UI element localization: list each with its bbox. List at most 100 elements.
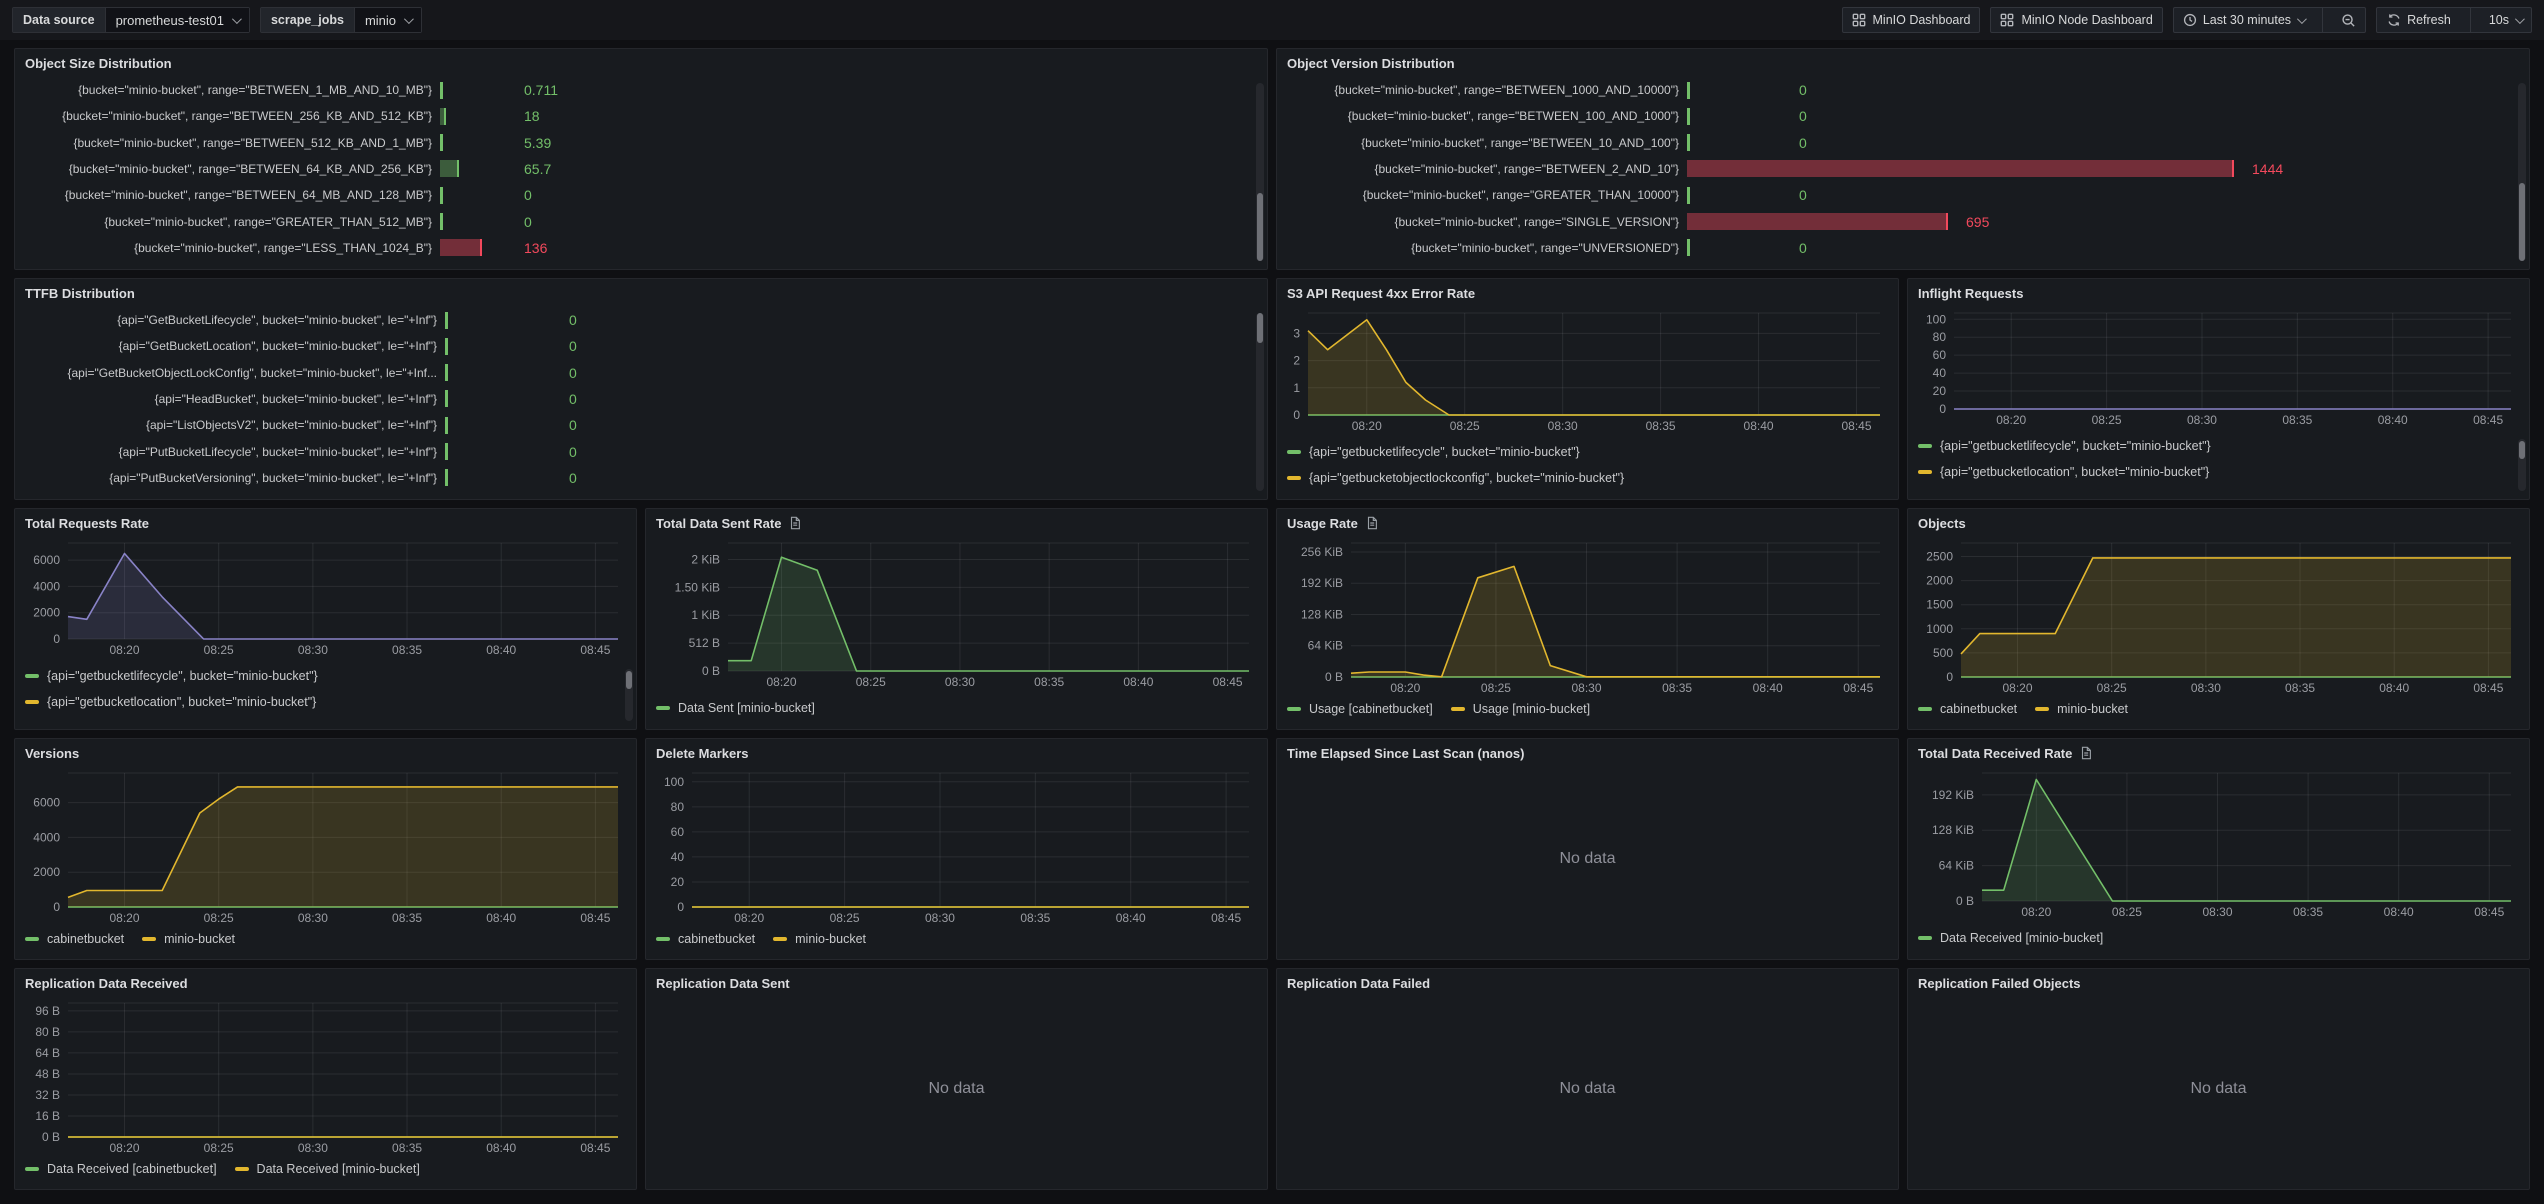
panel-title[interactable]: Usage Rate (1277, 509, 1898, 537)
panel-title[interactable]: Replication Data Sent (646, 969, 1267, 997)
legend-item[interactable]: {api="getbucketlocation", bucket="minio-… (1918, 459, 2519, 485)
legend-label: cabinetbucket (47, 932, 124, 946)
svg-text:08:30: 08:30 (298, 1141, 328, 1155)
timeseries-chart: 020004000600008:2008:2508:3008:3508:4008… (25, 767, 626, 927)
panel-title[interactable]: Replication Failed Objects (1908, 969, 2529, 997)
legend-item[interactable]: cabinetbucket (25, 927, 124, 951)
bar-gauge-row: {bucket="minio-bucket", range="BETWEEN_6… (25, 183, 1241, 207)
legend-label: minio-bucket (164, 932, 235, 946)
panel-title[interactable]: Total Data Received Rate (1908, 739, 2529, 767)
bar-gauge-bar (445, 469, 448, 486)
bar-gauge-label: {api="GetBucketObjectLockConfig", bucket… (25, 366, 445, 380)
svg-text:256 KiB: 256 KiB (1301, 545, 1343, 559)
panel-title[interactable]: Object Size Distribution (15, 49, 1267, 77)
legend-item[interactable]: Data Received [minio-bucket] (235, 1157, 420, 1181)
svg-text:08:25: 08:25 (1450, 419, 1480, 433)
no-data-message: No data (1287, 997, 1888, 1181)
legend-swatch-icon (25, 1167, 39, 1171)
legend-item[interactable]: {api="getbucketlifecycle", bucket="minio… (1287, 439, 1888, 465)
legend-scrollbar[interactable] (625, 669, 633, 721)
panel-title[interactable]: Delete Markers (646, 739, 1267, 767)
scrollbar-thumb[interactable] (2519, 441, 2525, 459)
legend-item[interactable]: Data Sent [minio-bucket] (656, 695, 1257, 721)
legend-scrollbar[interactable] (2518, 439, 2526, 491)
panel-title[interactable]: Total Data Sent Rate (646, 509, 1267, 537)
panel-scrollbar[interactable] (2518, 83, 2526, 261)
bar-gauge-value: 65.7 (524, 161, 551, 177)
refresh-button[interactable]: Refresh (2377, 13, 2461, 27)
svg-text:08:40: 08:40 (1744, 419, 1774, 433)
scrollbar-thumb[interactable] (2519, 183, 2525, 261)
panel-body: {bucket="minio-bucket", range="BETWEEN_1… (15, 77, 1267, 269)
legend-item[interactable]: {api="getbucketobjectlockconfig", bucket… (1918, 485, 2519, 491)
bar-gauge-track: 5.39 (440, 134, 1241, 151)
timeseries-chart: 0 B64 KiB128 KiB192 KiB256 KiB08:2008:25… (1287, 537, 1888, 697)
legend-item[interactable]: {api="getbucketlifecycle", bucket="minio… (25, 663, 626, 689)
panel-description-icon[interactable] (788, 516, 802, 530)
scrape-jobs-picker[interactable]: minio (355, 8, 421, 32)
link-minio-node-dashboard[interactable]: MinIO Node Dashboard (1990, 7, 2162, 33)
zoom-out-button[interactable] (2332, 13, 2365, 28)
bar-gauge-value: 0 (569, 391, 577, 407)
panel-scrollbar[interactable] (1256, 83, 1264, 261)
bar-gauge-track: 0 (440, 187, 1241, 204)
svg-text:08:40: 08:40 (486, 643, 516, 657)
data-source-picker[interactable]: prometheus-test01 (106, 8, 249, 32)
legend-item[interactable]: {api="getbucketlifecycle", bucket="minio… (1918, 433, 2519, 459)
panel-description-icon[interactable] (2079, 746, 2093, 760)
panel-description-icon[interactable] (1365, 516, 1379, 530)
scrollbar-thumb[interactable] (1257, 193, 1263, 261)
panel-time-elapsed-since-last-scan: Time Elapsed Since Last Scan (nanos)No d… (1276, 738, 1899, 960)
link-minio-dashboard[interactable]: MinIO Dashboard (1842, 7, 1981, 33)
svg-text:08:30: 08:30 (2187, 413, 2217, 427)
panel-title[interactable]: Time Elapsed Since Last Scan (nanos) (1277, 739, 1898, 767)
legend-item[interactable]: {api="getbucketlocation", bucket="minio-… (25, 689, 626, 715)
svg-text:0 B: 0 B (1325, 670, 1343, 684)
panel-title[interactable]: Replication Data Received (15, 969, 636, 997)
bar-gauge-row: {bucket="minio-bucket", range="BETWEEN_1… (1287, 104, 2503, 128)
panel-title[interactable]: S3 API Request 4xx Error Rate (1277, 279, 1898, 307)
svg-text:0: 0 (1293, 408, 1300, 422)
panel-body: 0 B16 B32 B48 B64 B80 B96 B08:2008:2508:… (15, 997, 636, 1189)
panel-title-text: Replication Data Sent (656, 976, 790, 991)
bar-gauge-label: {bucket="minio-bucket", range="BETWEEN_1… (1287, 83, 1687, 97)
svg-text:08:45: 08:45 (580, 643, 610, 657)
legend-item[interactable]: Data Received [cabinetbucket] (25, 1157, 217, 1181)
svg-text:20: 20 (671, 875, 685, 889)
divider (2322, 8, 2323, 32)
scrollbar-thumb[interactable] (626, 671, 632, 689)
legend-item[interactable]: Data Received [minio-bucket] (1918, 925, 2519, 951)
panel-title[interactable]: TTFB Distribution (15, 279, 1267, 307)
svg-text:08:20: 08:20 (1390, 681, 1420, 695)
refresh-interval-picker[interactable]: 10s (2480, 13, 2531, 27)
panel-title[interactable]: Inflight Requests (1908, 279, 2529, 307)
panel-title[interactable]: Total Requests Rate (15, 509, 636, 537)
panel-title[interactable]: Objects (1908, 509, 2529, 537)
bar-gauge-label: {bucket="minio-bucket", range="BETWEEN_2… (1287, 162, 1687, 176)
scrollbar-thumb[interactable] (1257, 313, 1263, 343)
panel-title[interactable]: Object Version Distribution (1277, 49, 2529, 77)
legend-item[interactable]: {api="getbucketobjectlockconfig", bucket… (1287, 465, 1888, 491)
svg-text:08:35: 08:35 (392, 643, 422, 657)
panel-body: 02040608010008:2008:2508:3008:3508:4008:… (646, 767, 1267, 959)
panel-title[interactable]: Replication Data Failed (1277, 969, 1898, 997)
time-range-picker[interactable]: Last 30 minutes (2174, 13, 2313, 27)
panel-title[interactable]: Versions (15, 739, 636, 767)
refresh-icon (2387, 13, 2401, 27)
bar-gauge-bar (445, 364, 448, 381)
panel-scrollbar[interactable] (1256, 313, 1264, 491)
legend-item[interactable]: Usage [minio-bucket] (1451, 697, 1590, 721)
legend-item[interactable]: cabinetbucket (656, 927, 755, 951)
legend-item[interactable]: Usage [cabinetbucket] (1287, 697, 1433, 721)
timeseries-chart: 0 B64 KiB128 KiB192 KiB08:2008:2508:3008… (1918, 767, 2519, 921)
svg-text:08:35: 08:35 (1646, 419, 1676, 433)
legend-item[interactable]: {api="getbucketobjectlockconfig", bucket… (25, 715, 626, 721)
legend-item[interactable]: minio-bucket (142, 927, 235, 951)
legend-swatch-icon (25, 700, 39, 704)
timeseries-chart: 012308:2008:2508:3008:3508:4008:45 (1287, 307, 1888, 435)
legend-item[interactable]: minio-bucket (2035, 697, 2128, 721)
chart-legend: cabinetbucket minio-bucket (656, 927, 1257, 951)
svg-text:08:20: 08:20 (109, 643, 139, 657)
legend-item[interactable]: minio-bucket (773, 927, 866, 951)
legend-item[interactable]: cabinetbucket (1918, 697, 2017, 721)
